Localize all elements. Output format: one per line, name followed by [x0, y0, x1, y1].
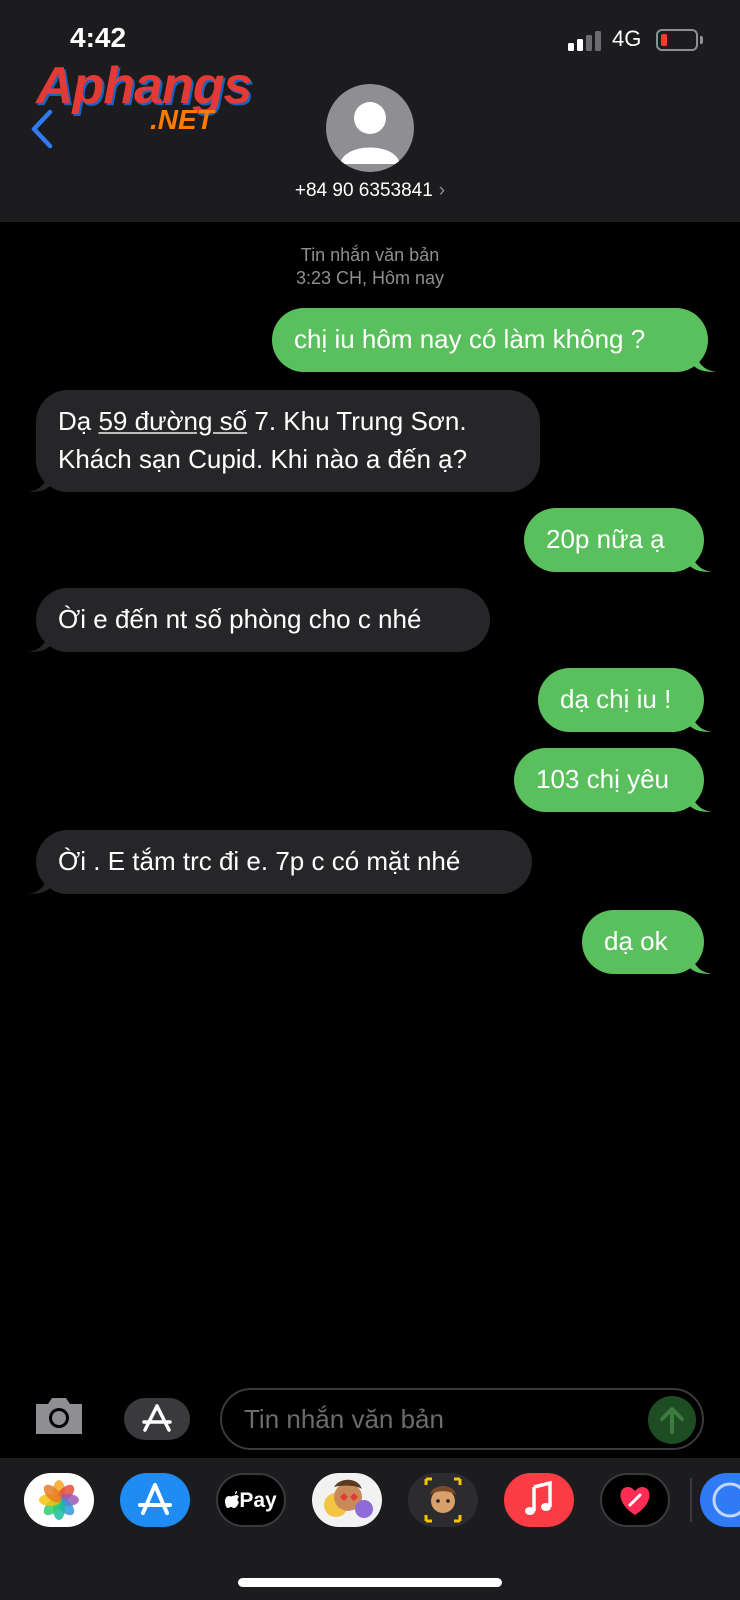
message-input[interactable]: Tin nhắn văn bản [220, 1388, 704, 1450]
apple-pay-app[interactable]: Pay [216, 1473, 286, 1527]
message-text: Ời . E tắm trc đi e. 7p c có mặt nhé [58, 846, 461, 876]
music-icon [525, 1480, 552, 1515]
memoji-stickers-app[interactable] [312, 1473, 382, 1527]
message-bubble-sent[interactable]: 20p nữa ạ [524, 508, 712, 572]
watermark-sub: .NET [150, 104, 214, 135]
camera-icon [36, 1398, 82, 1434]
network-type: 4G [612, 26, 642, 51]
digital-touch-app[interactable] [600, 1473, 670, 1527]
send-button[interactable] [648, 1396, 696, 1444]
message-text: 20p nữa ạ [546, 524, 665, 554]
message-bubble-received[interactable]: Ời e đến nt số phòng cho c nhé [28, 588, 490, 652]
message-text: Ời e đến nt số phòng cho c nhé [58, 604, 422, 634]
contact-name[interactable]: +84 90 6353841 › [0, 180, 740, 202]
memoji-icon [424, 1477, 462, 1523]
message-text: 103 chị yêu [536, 764, 669, 794]
message-text-line1: Dạ 59 đường số 7. Khu Trung Sơn. [58, 406, 467, 436]
app-store-app[interactable] [120, 1473, 190, 1527]
message-text: chị iu hôm nay có làm không ? [294, 324, 646, 354]
thread-type-label: Tin nhắn văn bản [300, 245, 440, 265]
app-store-icon [138, 1483, 172, 1515]
message-bubble-received[interactable]: Dạ 59 đường số 7. Khu Trung Sơn. Khách s… [28, 390, 540, 492]
photos-icon [39, 1480, 79, 1520]
status-time: 4:42 [70, 22, 127, 53]
message-bubble-sent[interactable]: dạ chị iu ! [538, 668, 712, 732]
home-indicator[interactable] [238, 1578, 502, 1587]
arrow-up-icon [660, 1407, 684, 1434]
person-icon [340, 102, 400, 164]
message-bubble-sent[interactable]: 103 chị yêu [514, 748, 712, 812]
message-bubble-sent[interactable]: chị iu hôm nay có làm không ? [272, 308, 716, 372]
chevron-left-icon [31, 109, 53, 149]
message-text-line2: Khách sạn Cupid. Khi nào a đến ạ? [58, 444, 468, 474]
thread-timestamp: 3:23 CH, Hôm nay [295, 268, 445, 288]
app-store-icon [142, 1404, 172, 1432]
music-app[interactable] [504, 1473, 574, 1527]
watermark-logo: Aphangs .NET [36, 56, 266, 138]
apps-button[interactable] [124, 1398, 190, 1440]
apple-pay-icon [225, 1491, 240, 1508]
chevron-right-icon: › [438, 180, 446, 201]
memoji-app[interactable] [408, 1473, 478, 1527]
watermark-main: Aphangs [36, 57, 252, 115]
contact-phone: +84 90 6353841 [294, 180, 433, 201]
battery-icon [656, 29, 698, 51]
message-text: dạ chị iu ! [560, 684, 672, 714]
message-bubble-received[interactable]: Ời . E tắm trc đi e. 7p c có mặt nhé [28, 830, 532, 894]
back-button[interactable] [26, 108, 58, 150]
message-text: dạ ok [604, 926, 668, 956]
camera-button[interactable] [32, 1394, 86, 1438]
address-link[interactable]: 59 đường số [98, 406, 247, 436]
signal-icon [568, 29, 604, 51]
contact-avatar[interactable] [326, 84, 414, 172]
message-bubble-sent[interactable]: dạ ok [582, 910, 712, 974]
photos-app[interactable] [24, 1473, 94, 1527]
message-input-placeholder: Tin nhắn văn bản [244, 1404, 444, 1434]
digital-touch-icon [620, 1487, 650, 1515]
dock-divider [690, 1478, 692, 1522]
apple-pay-label: Pay [239, 1489, 277, 1512]
thread-meta: Tin nhắn văn bản 3:23 CH, Hôm nay [0, 244, 740, 290]
memoji-stickers-icon [324, 1479, 373, 1518]
